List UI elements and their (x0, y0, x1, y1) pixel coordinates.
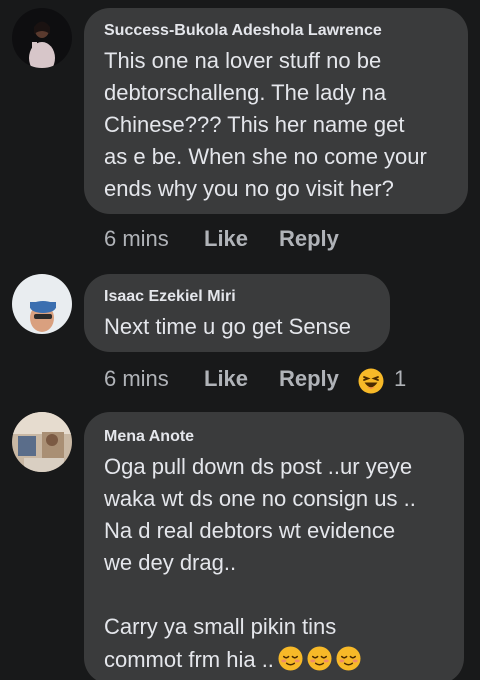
comment-text-line: waka wt ds one no consign us .. (104, 486, 416, 511)
comment-timestamp: 6 mins (104, 366, 169, 391)
comment-timestamp: 6 mins (104, 226, 169, 251)
like-button[interactable]: Like (204, 366, 248, 392)
avatar[interactable] (12, 274, 72, 334)
comment-text-line: Oga pull down ds post ..ur yeye (104, 454, 413, 479)
comment-bubble[interactable]: Success-Bukola Adeshola Lawrence This on… (84, 8, 468, 214)
avatar[interactable] (12, 8, 72, 68)
comment-author[interactable]: Success-Bukola Adeshola Lawrence (104, 22, 382, 40)
comment-text-line: Chinese??? This her name get (104, 112, 405, 137)
comment-text-line: Na d real debtors wt evidence (104, 518, 396, 543)
comment-text-line: Carry ya small pikin tins (104, 614, 337, 639)
reaction-count[interactable]: 1 (394, 366, 406, 392)
avatar-photo-icon (12, 274, 72, 334)
comment-text-span: commot frm hia .. (104, 647, 274, 672)
avatar[interactable] (12, 412, 72, 472)
comment-text-line: commot frm hia .. (104, 646, 361, 673)
comment-author[interactable]: Mena Anote (104, 428, 194, 446)
relieved-face-icon (307, 646, 332, 671)
comment-text-line: as e be. When she no come your (104, 144, 427, 169)
comment-text-line: debtorschalleng. The lady na (104, 80, 387, 105)
avatar-photo-icon (12, 412, 72, 472)
comment-text-line: we dey drag.. (104, 550, 237, 575)
relieved-face-icon (278, 646, 303, 671)
haha-reaction-icon[interactable] (358, 368, 384, 394)
comment-author[interactable]: Isaac Ezekiel Miri (104, 288, 236, 306)
comment-bubble[interactable]: Isaac Ezekiel Miri Next time u go get Se… (84, 274, 390, 352)
reply-button[interactable]: Reply (279, 226, 339, 252)
relieved-face-icon (336, 646, 361, 671)
comment-bubble[interactable]: Mena Anote Oga pull down ds post ..ur ye… (84, 412, 464, 680)
reply-button[interactable]: Reply (279, 366, 339, 392)
comment-text-line: This one na lover stuff no be (104, 48, 382, 73)
comment-text-line: Next time u go get Sense (104, 314, 352, 339)
avatar-photo-icon (12, 8, 72, 68)
like-button[interactable]: Like (204, 226, 248, 252)
comments-screen: Success-Bukola Adeshola Lawrence This on… (0, 0, 480, 680)
comment-text-line: ends why you no go visit her? (104, 176, 394, 201)
